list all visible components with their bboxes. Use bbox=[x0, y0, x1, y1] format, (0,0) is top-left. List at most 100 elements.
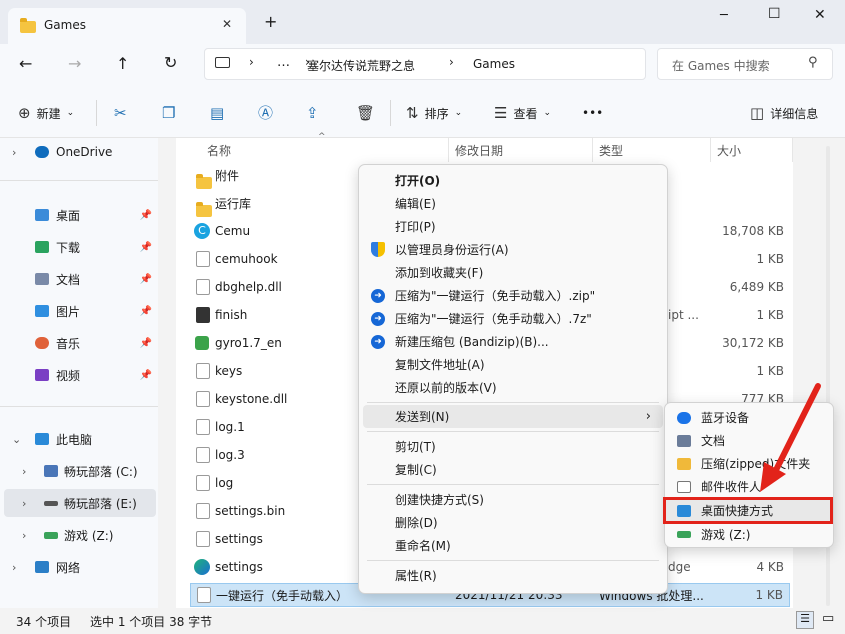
sidebar-item-drive-z[interactable]: › 游戏 (Z:) bbox=[0, 521, 158, 549]
menu-item-label: 创建快捷方式(S) bbox=[395, 493, 484, 507]
minimize-button[interactable]: ─ bbox=[720, 8, 728, 23]
menu-item-add-favorite[interactable]: 添加到收藏夹(F) bbox=[359, 261, 667, 284]
selection-info: 选中 1 个项目 38 字节 bbox=[90, 615, 213, 629]
highlight-box bbox=[663, 497, 833, 524]
zip-folder-icon bbox=[677, 457, 691, 470]
breadcrumb-chevron-icon: › bbox=[449, 55, 454, 69]
menu-item-print[interactable]: 打印(P) bbox=[359, 215, 667, 238]
back-button[interactable]: ← bbox=[19, 54, 32, 73]
sidebar-item-documents[interactable]: 文档 📌 bbox=[0, 265, 158, 293]
document-icon bbox=[35, 273, 49, 285]
download-icon bbox=[35, 241, 49, 253]
settings-file-icon bbox=[196, 531, 210, 547]
paste-icon: ▤ bbox=[210, 103, 225, 122]
submenu-item-drive-z[interactable]: 游戏 (Z:) bbox=[665, 523, 833, 546]
maximize-button[interactable]: ☐ bbox=[768, 6, 781, 22]
text-file-icon bbox=[196, 475, 210, 491]
sidebar-item-label: 此电脑 bbox=[56, 432, 93, 447]
breadcrumb-item[interactable]: 塞尔达传说荒野之息 bbox=[307, 57, 415, 74]
details-view-button[interactable]: ☰ bbox=[796, 611, 814, 629]
new-tab-button[interactable]: + bbox=[264, 12, 277, 31]
menu-item-properties[interactable]: 属性(R) bbox=[359, 564, 667, 587]
close-button[interactable]: ✕ bbox=[814, 7, 826, 23]
status-bar: 34 个项目 选中 1 个项目 38 字节 ☰ ▭ bbox=[0, 608, 845, 634]
sidebar-item-videos[interactable]: 视频 📌 bbox=[0, 361, 158, 389]
submenu-item-label: 游戏 (Z:) bbox=[701, 528, 751, 542]
plus-icon: ⊕ bbox=[18, 103, 31, 122]
sidebar-item-downloads[interactable]: 下载 📌 bbox=[0, 233, 158, 261]
column-header-date[interactable]: 修改日期 bbox=[455, 142, 503, 159]
batch-file-icon bbox=[197, 587, 211, 603]
menu-item-copy[interactable]: 复制(C) bbox=[359, 458, 667, 481]
sidebar-item-network[interactable]: › 网络 bbox=[0, 553, 158, 581]
sidebar-item-music[interactable]: 音乐 📌 bbox=[0, 329, 158, 357]
sidebar-item-pictures[interactable]: 图片 📌 bbox=[0, 297, 158, 325]
menu-item-delete[interactable]: 删除(D) bbox=[359, 511, 667, 534]
more-label: ••• bbox=[582, 106, 604, 120]
search-input[interactable]: 在 Games 中搜索 bbox=[672, 57, 770, 74]
column-header-type[interactable]: 类型 bbox=[599, 142, 623, 159]
file-name: settings bbox=[215, 560, 263, 574]
sidebar-item-drive-c[interactable]: › 畅玩部落 (C:) bbox=[0, 457, 158, 485]
sidebar-item-this-pc[interactable]: ⌄ 此电脑 bbox=[0, 425, 158, 453]
menu-item-compress-7z[interactable]: ➜ 压缩为"一键运行（免手动载入）.7z" bbox=[359, 307, 667, 330]
text-file-icon bbox=[196, 419, 210, 435]
settings-file-icon bbox=[196, 251, 210, 267]
address-bar[interactable]: › … › 塞尔达传说荒野之息 › Games bbox=[204, 48, 646, 80]
more-crumbs-button[interactable]: … bbox=[277, 55, 290, 70]
sidebar-item-onedrive[interactable]: › OneDrive bbox=[0, 138, 158, 166]
menu-item-label: 属性(R) bbox=[395, 569, 437, 583]
menu-item-create-shortcut[interactable]: 创建快捷方式(S) bbox=[359, 488, 667, 511]
menu-item-copy-path[interactable]: 复制文件地址(A) bbox=[359, 353, 667, 376]
menu-item-edit[interactable]: 编辑(E) bbox=[359, 192, 667, 215]
share-button[interactable]: ⇪ bbox=[306, 100, 319, 126]
cut-button[interactable]: ✂ bbox=[114, 100, 127, 126]
refresh-button[interactable]: ↻ bbox=[164, 53, 177, 72]
folder-icon bbox=[196, 174, 212, 189]
menu-item-restore-versions[interactable]: 还原以前的版本(V) bbox=[359, 376, 667, 399]
menu-item-open[interactable]: 打开(O) bbox=[359, 169, 667, 192]
rename-button[interactable]: Ⓐ bbox=[258, 100, 273, 126]
breadcrumb-item[interactable]: Games bbox=[473, 57, 515, 71]
tiles-view-button[interactable]: ▭ bbox=[822, 611, 834, 626]
delete-button[interactable]: 🗑 bbox=[356, 100, 375, 126]
paste-button[interactable]: ▤ bbox=[210, 100, 224, 126]
picture-icon bbox=[35, 305, 49, 317]
sort-ascending-icon: ^ bbox=[318, 132, 326, 142]
up-button[interactable]: ↑ bbox=[116, 54, 129, 73]
menu-item-new-archive[interactable]: ➜ 新建压缩包 (Bandizip)(B)... bbox=[359, 330, 667, 353]
sidebar-item-label: 下载 bbox=[56, 240, 81, 255]
file-size: 1 KB bbox=[756, 308, 784, 322]
new-button[interactable]: ⊕ 新建 ⌄ bbox=[18, 100, 74, 126]
column-header-size[interactable]: 大小 bbox=[717, 142, 741, 159]
cemu-icon: C bbox=[194, 223, 210, 239]
gyro-app-icon bbox=[195, 336, 209, 350]
bandizip-icon: ➜ bbox=[371, 288, 385, 303]
details-button[interactable]: ◫ 详细信息 bbox=[750, 100, 818, 126]
sort-button[interactable]: ⇅ 排序 ⌄ bbox=[406, 100, 462, 126]
computer-icon bbox=[215, 57, 230, 68]
chevron-right-icon: › bbox=[12, 560, 17, 574]
sidebar-item-drive-e[interactable]: › 畅玩部落 (E:) bbox=[4, 489, 156, 517]
tab-games[interactable]: Games ✕ bbox=[8, 8, 246, 44]
pin-icon: 📌 bbox=[139, 369, 152, 381]
forward-button[interactable]: → bbox=[68, 54, 81, 73]
menu-item-cut[interactable]: 剪切(T) bbox=[359, 435, 667, 458]
tab-close-icon[interactable]: ✕ bbox=[222, 17, 232, 31]
file-name: log bbox=[215, 476, 234, 490]
copy-button[interactable]: ❐ bbox=[162, 100, 175, 126]
sidebar-item-label: 图片 bbox=[56, 304, 81, 319]
column-header-name[interactable]: 名称 bbox=[207, 142, 231, 159]
view-button[interactable]: ☰ 查看 ⌄ bbox=[494, 100, 551, 126]
sidebar-item-label: 游戏 (Z:) bbox=[64, 528, 114, 543]
menu-item-compress-zip[interactable]: ➜ 压缩为"一键运行（免手动载入）.zip" bbox=[359, 284, 667, 307]
view-label: 查看 bbox=[513, 106, 538, 121]
menu-item-label: 新建压缩包 (Bandizip)(B)... bbox=[395, 335, 549, 349]
search-box[interactable]: 在 Games 中搜索 ⚲ bbox=[657, 48, 833, 80]
menu-item-run-as-admin[interactable]: 以管理员身份运行(A) bbox=[359, 238, 667, 261]
menu-item-send-to[interactable]: 发送到(N) › bbox=[363, 405, 663, 428]
menu-item-rename[interactable]: 重命名(M) bbox=[359, 534, 667, 557]
sidebar-item-desktop[interactable]: 桌面 📌 bbox=[0, 201, 158, 229]
more-button[interactable]: ••• bbox=[582, 100, 603, 126]
details-pane-icon: ◫ bbox=[750, 103, 765, 122]
